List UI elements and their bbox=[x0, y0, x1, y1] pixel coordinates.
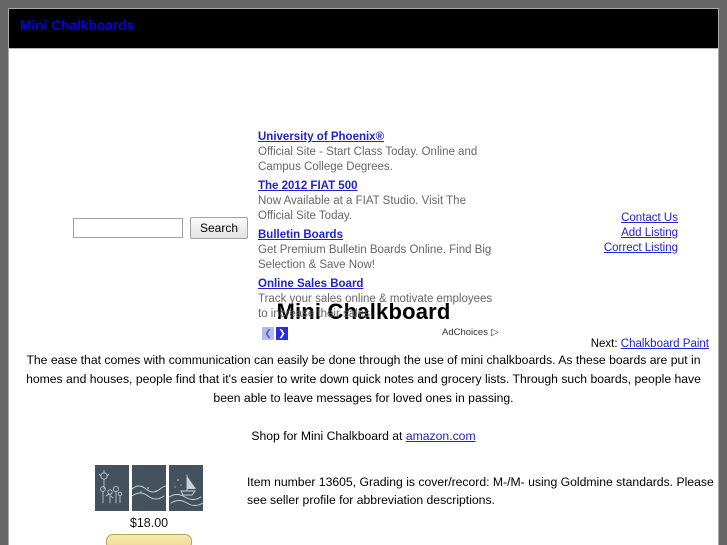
search-button[interactable]: Search bbox=[190, 217, 249, 239]
next-navigation: Next: Chalkboard Paint bbox=[591, 338, 709, 350]
search-form: Search bbox=[73, 217, 249, 239]
site-header: Mini Chalkboards bbox=[9, 9, 718, 49]
next-ads-arrow-icon[interactable]: ❯ bbox=[276, 327, 288, 340]
next-page-link[interactable]: Chalkboard Paint bbox=[621, 338, 709, 350]
add-listing-link[interactable]: Add Listing bbox=[514, 226, 678, 241]
ad-description: Now Available at a FIAT Studio. Visit Th… bbox=[258, 195, 466, 222]
chalk-flowers-icon bbox=[98, 470, 123, 504]
product-panel-flowers bbox=[95, 465, 129, 511]
product-description: Item number 13605, Grading is cover/reco… bbox=[247, 475, 714, 507]
browser-page-frame: Mini Chalkboards Search University of Ph… bbox=[8, 8, 719, 545]
ad-title-link[interactable]: Online Sales Board bbox=[258, 277, 363, 291]
ad-description: Track your sales online & motivate emplo… bbox=[258, 293, 493, 320]
ad-description: Get Premium Bulletin Boards Online. Find… bbox=[258, 244, 492, 271]
ad-title-link[interactable]: University of Phoenix® bbox=[258, 130, 384, 144]
product-panel-waves bbox=[132, 465, 166, 511]
ad-footer: ❮ ❯ AdChoices ▷ bbox=[258, 327, 506, 341]
ad-title-link[interactable]: Bulletin Boards bbox=[258, 228, 343, 242]
buy-button[interactable] bbox=[106, 534, 192, 545]
adchoices-label: AdChoices bbox=[442, 327, 488, 338]
page-title: Mini Chalkboards bbox=[20, 18, 135, 33]
chalk-sailboat-icon bbox=[169, 474, 203, 506]
product-image[interactable] bbox=[69, 465, 229, 511]
product-row: $18.00 Item number 13605, Grading is cov… bbox=[9, 465, 718, 545]
ad-unit: Online Sales Board Track your sales onli… bbox=[258, 276, 506, 322]
ad-pagination: ❮ ❯ bbox=[262, 327, 288, 340]
utility-links: Contact Us Add Listing Correct Listing bbox=[514, 211, 678, 256]
amazon-link[interactable]: amazon.com bbox=[406, 429, 476, 443]
shop-line: Shop for Mini Chalkboard at amazon.com bbox=[9, 429, 718, 443]
correct-listing-link[interactable]: Correct Listing bbox=[514, 241, 678, 256]
ad-unit: University of Phoenix® Official Site - S… bbox=[258, 129, 506, 175]
next-prefix-label: Next: bbox=[590, 338, 618, 350]
product-price: $18.00 bbox=[129, 516, 169, 530]
page-content: Search University of Phoenix® Official S… bbox=[9, 49, 718, 545]
ad-unit: Bulletin Boards Get Premium Bulletin Boa… bbox=[258, 227, 506, 273]
advertising-band: Search University of Phoenix® Official S… bbox=[9, 49, 718, 350]
ad-description: Official Site - Start Class Today. Onlin… bbox=[258, 146, 478, 173]
article-intro-paragraph: The ease that comes with communication c… bbox=[26, 353, 701, 405]
chalk-waves-icon bbox=[132, 485, 166, 500]
adchoices-icon: ▷ bbox=[490, 326, 499, 338]
previous-ads-arrow-icon[interactable]: ❮ bbox=[262, 327, 274, 340]
ad-unit: The 2012 FIAT 500 Now Available at a FIA… bbox=[258, 178, 506, 224]
contact-us-link[interactable]: Contact Us bbox=[514, 211, 678, 226]
ads-column: University of Phoenix® Official Site - S… bbox=[258, 129, 506, 341]
adchoices-link[interactable]: AdChoices ▷ bbox=[442, 327, 499, 338]
ad-title-link[interactable]: The 2012 FIAT 500 bbox=[258, 179, 358, 193]
product-panel-sailboat bbox=[169, 465, 203, 511]
search-input[interactable] bbox=[73, 218, 183, 238]
product-media: $18.00 bbox=[69, 465, 229, 545]
shop-prefix-label: Shop for Mini Chalkboard at bbox=[251, 429, 406, 443]
